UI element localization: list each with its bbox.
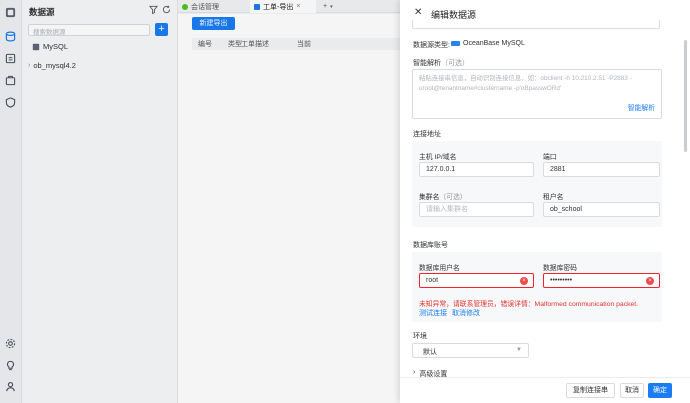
edit-datasource-drawer: ✕ 编辑数据源 数据源类型: OceanBase MySQL 智能解析（可选） … — [400, 0, 690, 403]
smart-parse-label: 智能解析（可选） — [413, 60, 469, 67]
account-section-title: 数据库账号 — [413, 242, 448, 249]
smart-parse-button[interactable]: 智能解析 — [628, 104, 655, 114]
environment-value: 默认 — [423, 349, 437, 356]
host-label: 主机 IP/域名 — [419, 154, 457, 161]
cluster-input[interactable]: 请输入集群名 — [419, 202, 534, 217]
copy-connection-button[interactable]: 复制连接串 — [566, 383, 615, 398]
host-input[interactable]: 127.0.0.1 — [419, 162, 534, 177]
cancel-edit-link[interactable]: 取消修改 — [452, 308, 480, 318]
mask-overlay[interactable] — [0, 0, 400, 403]
username-input[interactable]: root × — [419, 273, 534, 288]
port-label: 端口 — [543, 154, 557, 161]
test-connection-link[interactable]: 测试连接 — [419, 308, 447, 318]
datasource-type-label: 数据源类型: — [413, 42, 450, 49]
scrollbar[interactable] — [684, 40, 687, 152]
drawer-footer: 复制连接串 取消 确定 — [400, 377, 690, 403]
connection-section-title: 连接地址 — [413, 131, 441, 138]
oceanbase-icon — [451, 41, 460, 46]
smart-parse-placeholder: 粘贴连接串信息，自动识别连接信息，如：obclient -h 10.210.2.… — [419, 75, 632, 92]
error-icon: × — [520, 277, 528, 285]
datasource-name-input[interactable] — [412, 20, 660, 29]
smart-parse-textarea[interactable]: 粘贴连接串信息，自动识别连接信息，如：obclient -h 10.210.2.… — [412, 69, 662, 119]
username-value: root — [426, 277, 439, 284]
confirm-button[interactable]: 确定 — [648, 383, 672, 398]
password-input[interactable]: ••••••••• × — [543, 273, 660, 288]
cluster-label: 集群名（可选） — [419, 194, 467, 201]
password-label: 数据库密码 — [543, 265, 577, 272]
password-value: ••••••••• — [550, 277, 573, 284]
tenant-label: 租户名 — [543, 194, 564, 201]
account-panel: 数据库用户名 root × 数据库密码 ••••••••• × — [412, 252, 662, 322]
datasource-type-text: OceanBase MySQL — [463, 40, 525, 47]
cancel-button[interactable]: 取消 — [620, 383, 644, 398]
chevron-down-icon: ▼ — [516, 347, 522, 353]
tenant-input[interactable]: ob_school — [543, 202, 660, 217]
close-icon[interactable]: ✕ — [414, 7, 422, 18]
datasource-type-value: OceanBase MySQL — [451, 40, 525, 47]
connection-panel: 主机 IP/域名 127.0.0.1 端口 2881 集群名（可选） 请输入集群… — [412, 141, 662, 227]
connection-error-message: 未知异常，请联系管理员，错误详情：Malformed communication… — [419, 301, 639, 308]
environment-label: 环境 — [413, 333, 427, 340]
environment-select[interactable]: 默认 ▼ — [412, 343, 529, 358]
username-label: 数据库用户名 — [419, 265, 460, 272]
error-icon: × — [646, 277, 654, 285]
port-input[interactable]: 2881 — [543, 162, 660, 177]
